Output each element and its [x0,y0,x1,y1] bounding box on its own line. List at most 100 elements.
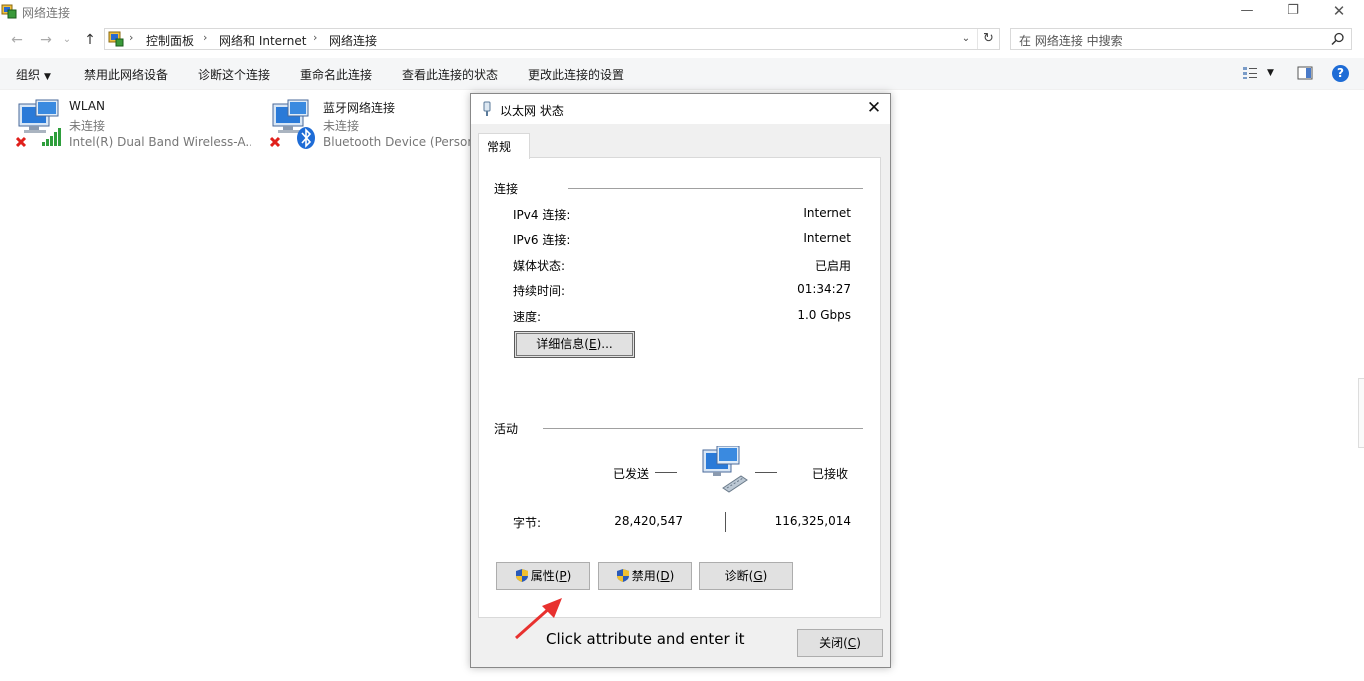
bytes-label: 字节: [513,516,542,530]
dialog-title: 以太网 状态 [500,104,564,118]
diagnose-button-label: 诊断( [724,569,754,583]
bluetooth-network-icon [270,99,315,149]
sent-label: 已发送 [613,467,650,481]
close-button-label: 关闭( [819,636,848,650]
speed-value: 1.0 Gbps [797,308,851,322]
connection-name: 蓝牙网络连接 [323,101,396,115]
connection-name: WLAN [69,99,106,113]
search-input[interactable]: 在 网络连接 中搜索 [1010,28,1352,50]
chevron-down-icon: ▼ [44,72,51,82]
ethernet-status-dialog: 以太网 状态 ✕ 常规 连接 IPv4 连接: Internet IPv6 连接… [470,93,891,668]
connection-device: Bluetooth Device (Personal Area Network) [323,135,470,149]
breadcrumb-separator[interactable]: › [203,31,207,44]
wireless-network-icon [16,99,61,148]
disable-button-accesskey: D [660,569,670,583]
title-bar: 网络连接 — ❐ ✕ [0,0,1364,24]
dialog-close-icon[interactable]: ✕ [858,94,890,124]
ethernet-plug-icon [483,101,491,116]
connection-group-divider [568,188,863,189]
bytes-sent-value: 28,420,547 [614,514,683,528]
media-state-label: 媒体状态: [513,259,566,273]
network-connections-app-icon [1,4,17,19]
disable-button-suffix: ) [669,569,675,583]
help-icon[interactable]: ? [1332,65,1349,82]
maximize-button[interactable]: ❐ [1270,0,1316,24]
breadcrumb-network-internet[interactable]: 网络和 Internet [219,32,306,49]
search-icon[interactable] [1331,32,1345,46]
media-state-value: 已启用 [814,259,851,273]
side-panel-handle[interactable] [1358,378,1364,448]
forward-button[interactable]: → [36,30,56,50]
close-button[interactable]: 关闭(C) [797,629,883,657]
diagnose-button-accesskey: G [753,569,763,583]
bytes-divider [725,512,726,532]
breadcrumb-control-panel[interactable]: 控制面板 [146,32,194,49]
general-panel: 连接 IPv4 连接: Internet IPv6 连接: Internet 媒… [478,157,881,618]
disable-button-label: 禁用( [631,569,661,583]
window-title: 网络连接 [22,6,71,20]
preview-pane-icon[interactable] [1297,66,1313,80]
organize-menu[interactable]: 组织 ▼ [16,66,51,83]
details-button[interactable]: 详细信息(E)... [514,331,635,358]
connection-device: Intel(R) Dual Band Wireless-A... [69,135,251,149]
view-options-chevron-icon[interactable]: ▼ [1267,68,1274,78]
search-placeholder: 在 网络连接 中搜索 [1019,34,1123,48]
properties-button-label: 属性( [530,569,560,583]
diagnose-connection-command[interactable]: 诊断这个连接 [198,66,270,83]
connection-item-bluetooth[interactable]: 蓝牙网络连接 未连接 Bluetooth Device (Personal Ar… [270,96,470,152]
close-button-suffix: ) [856,636,861,650]
activity-group-divider [543,428,863,429]
view-status-command[interactable]: 查看此连接的状态 [402,66,498,83]
network-activity-icon [702,446,748,493]
control-panel-icon [108,31,124,47]
up-button[interactable]: ↑ [80,30,100,50]
recent-locations-button[interactable]: ⌄ [60,30,74,50]
ipv4-label: IPv4 连接: [513,208,571,222]
connection-status: 未连接 [69,119,106,133]
disable-device-command[interactable]: 禁用此网络设备 [84,66,168,83]
change-settings-command[interactable]: 更改此连接的设置 [528,66,624,83]
annotation-text: Click attribute and enter it [546,630,745,648]
tab-general[interactable]: 常规 [478,133,530,159]
ipv6-label: IPv6 连接: [513,233,571,247]
details-button-label: 详细信息( [536,337,589,351]
diagnose-button-suffix: ) [762,569,768,583]
uac-shield-icon [515,569,528,582]
received-line [755,472,777,473]
details-button-suffix: )... [596,337,613,351]
organize-label: 组织 [16,68,41,82]
breadcrumb-separator: › [129,31,134,44]
received-label: 已接收 [812,467,849,481]
refresh-button[interactable]: ↻ [977,29,999,49]
breadcrumb-network-connections[interactable]: 网络连接 [329,32,377,49]
connection-item-wlan[interactable]: WLAN 未连接 Intel(R) Dual Band Wireless-A..… [16,96,256,152]
address-dropdown-button[interactable]: ⌄ [957,29,975,49]
diagnose-button[interactable]: 诊断(G) [699,562,793,590]
uac-shield-icon [616,569,629,582]
properties-button[interactable]: 属性(P) [496,562,590,590]
dialog-title-bar[interactable]: 以太网 状态 ✕ [471,94,890,124]
change-view-icon[interactable] [1242,66,1258,80]
sent-line [655,472,677,473]
properties-button-accesskey: P [559,569,567,583]
details-button-accesskey: E [588,337,597,351]
breadcrumb-separator[interactable]: › [313,31,317,44]
close-window-button[interactable]: ✕ [1316,0,1362,24]
command-bar: 组织 ▼ 禁用此网络设备 诊断这个连接 重命名此连接 查看此连接的状态 更改此连接… [0,58,1364,90]
ipv6-value: Internet [803,231,851,245]
activity-group-label: 活动 [494,422,519,436]
rename-connection-command[interactable]: 重命名此连接 [300,66,372,83]
connection-group-label: 连接 [494,182,519,196]
connection-status: 未连接 [323,119,360,133]
properties-button-suffix: ) [566,569,572,583]
close-button-accesskey: C [847,636,857,650]
duration-label: 持续时间: [513,284,566,298]
disable-button[interactable]: 禁用(D) [598,562,692,590]
duration-value: 01:34:27 [797,282,851,296]
ipv4-value: Internet [803,206,851,220]
address-bar[interactable]: › 控制面板 › 网络和 Internet › 网络连接 ⌄ ↻ [104,28,1000,50]
minimize-button[interactable]: — [1224,0,1270,24]
back-button[interactable]: ← [7,30,27,50]
bytes-received-value: 116,325,014 [774,514,851,528]
speed-label: 速度: [513,310,542,324]
